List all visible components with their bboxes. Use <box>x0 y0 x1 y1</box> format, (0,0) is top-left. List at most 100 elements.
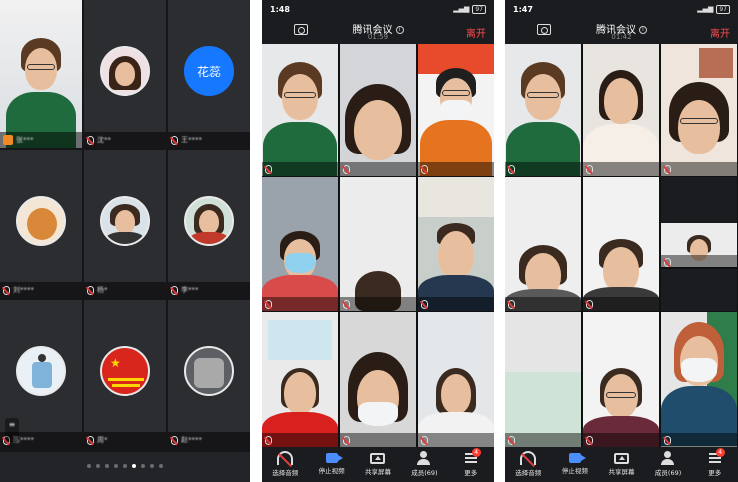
notification-badge: 4 <box>471 448 481 457</box>
collapse-menu-icon[interactable]: ≡ <box>5 418 19 442</box>
mic-muted-icon <box>664 435 671 445</box>
video-tile[interactable] <box>661 177 737 311</box>
members-button[interactable]: 成员(69) <box>645 447 692 482</box>
select-audio-button[interactable]: 选择音频 <box>505 447 552 482</box>
participant-tile[interactable]: 刘**** <box>0 150 82 298</box>
mic-muted-icon <box>586 299 593 309</box>
video-grid <box>262 44 494 447</box>
video-tile[interactable] <box>340 44 416 176</box>
video-tile[interactable] <box>505 177 581 311</box>
video-tile[interactable] <box>583 312 659 447</box>
more-button[interactable]: 4 更多 <box>691 447 738 482</box>
signal-icon: ▂▄▆ <box>453 5 470 13</box>
video-tile[interactable] <box>262 177 338 311</box>
video-tile[interactable] <box>661 44 737 176</box>
video-tile[interactable] <box>418 44 494 176</box>
participant-name-bar <box>340 162 416 176</box>
mic-muted-icon <box>171 135 178 145</box>
toolbar-label: 成员(69) <box>411 469 438 477</box>
avatar: ★ <box>100 346 150 396</box>
more-button[interactable]: 4 更多 <box>448 447 494 482</box>
participant-name-bar: 杨* <box>84 282 166 298</box>
mic-muted-icon <box>508 299 515 309</box>
participant-name: 周* <box>97 436 108 444</box>
video-tile[interactable] <box>661 312 737 447</box>
avatar <box>184 346 234 396</box>
mic-muted-icon <box>265 164 272 174</box>
participant-tile[interactable]: 杨* <box>84 150 166 298</box>
leave-button[interactable]: 离开 <box>466 25 486 40</box>
participant-name-bar <box>418 433 494 447</box>
page-dot[interactable] <box>141 464 145 468</box>
mic-muted-icon <box>343 164 350 174</box>
participant-name: 刘**** <box>13 286 34 294</box>
participant-name-bar: 沈** <box>84 132 166 148</box>
notification-badge: 4 <box>715 448 725 457</box>
stop-video-button[interactable]: 停止视频 <box>552 447 599 482</box>
members-icon <box>416 451 432 465</box>
participant-name-bar <box>262 297 338 311</box>
participant-name: 李*** <box>181 286 199 294</box>
meeting-timer: 01:42 <box>611 33 632 41</box>
share-screen-button[interactable]: 共享屏幕 <box>355 447 401 482</box>
participant-name-bar: 王**** <box>168 132 250 148</box>
meeting-header: 腾讯会议 i 01:42 离开 <box>505 18 738 44</box>
clock: 1:48 <box>270 4 290 14</box>
participant-tile[interactable]: 张*** <box>0 0 82 148</box>
stop-video-button[interactable]: 停止视频 <box>308 447 354 482</box>
meeting-toolbar: 选择音频 停止视频 共享屏幕 成员(69) 4 更多 <box>262 447 494 482</box>
video-tile[interactable] <box>583 177 659 311</box>
battery-icon: 97 <box>716 4 730 14</box>
leave-button[interactable]: 离开 <box>710 25 730 40</box>
participant-tile[interactable]: 赵**** <box>168 300 250 448</box>
video-tile[interactable] <box>340 177 416 311</box>
members-button[interactable]: 成员(69) <box>401 447 447 482</box>
select-audio-button[interactable]: 选择音频 <box>262 447 308 482</box>
participant-tile[interactable]: 李*** <box>168 150 250 298</box>
video-camera-icon <box>325 453 343 463</box>
participant-name-bar <box>505 162 581 176</box>
video-tile[interactable] <box>262 44 338 176</box>
participant-tile[interactable]: 花蕊 王**** <box>168 0 250 148</box>
avatar <box>100 196 150 246</box>
page-dot-active[interactable] <box>132 464 136 468</box>
mic-muted-icon <box>87 135 94 145</box>
video-tile[interactable] <box>418 177 494 311</box>
meeting-header: 腾讯会议 i 01:59 离开 <box>262 18 494 44</box>
mic-muted-icon <box>265 435 272 445</box>
page-dot[interactable] <box>105 464 109 468</box>
page-dot[interactable] <box>150 464 154 468</box>
headset-muted-icon <box>520 451 537 465</box>
video-tile[interactable] <box>262 312 338 447</box>
participant-name-bar <box>418 162 494 176</box>
mic-muted-icon <box>171 435 178 445</box>
page-dot[interactable] <box>96 464 100 468</box>
participant-tile[interactable]: ★ 周* <box>84 300 166 448</box>
page-dot[interactable] <box>159 464 163 468</box>
share-screen-button[interactable]: 共享屏幕 <box>598 447 645 482</box>
participant-name-bar <box>262 162 338 176</box>
page-dot[interactable] <box>87 464 91 468</box>
avatar-text: 花蕊 <box>196 64 221 79</box>
video-tile[interactable] <box>340 312 416 447</box>
participant-name-bar: 周* <box>84 432 166 448</box>
mic-muted-icon <box>343 299 350 309</box>
participant-tile[interactable]: 沈** <box>84 0 166 148</box>
mic-muted-icon <box>508 435 515 445</box>
toolbar-label: 共享屏幕 <box>364 468 391 476</box>
page-dot[interactable] <box>114 464 118 468</box>
video-tile[interactable] <box>505 312 581 447</box>
clock: 1:47 <box>513 4 533 14</box>
toolbar-label: 更多 <box>464 469 478 477</box>
avatar <box>184 196 234 246</box>
mic-muted-icon <box>171 285 178 295</box>
mic-muted-icon <box>586 164 593 174</box>
video-tile[interactable] <box>505 44 581 176</box>
mic-muted-icon <box>87 435 94 445</box>
mic-muted-icon <box>421 435 428 445</box>
mic-muted-icon <box>87 285 94 295</box>
video-tile[interactable] <box>583 44 659 176</box>
participant-name: 赵**** <box>181 436 202 444</box>
page-dot[interactable] <box>123 464 127 468</box>
video-tile[interactable] <box>418 312 494 447</box>
